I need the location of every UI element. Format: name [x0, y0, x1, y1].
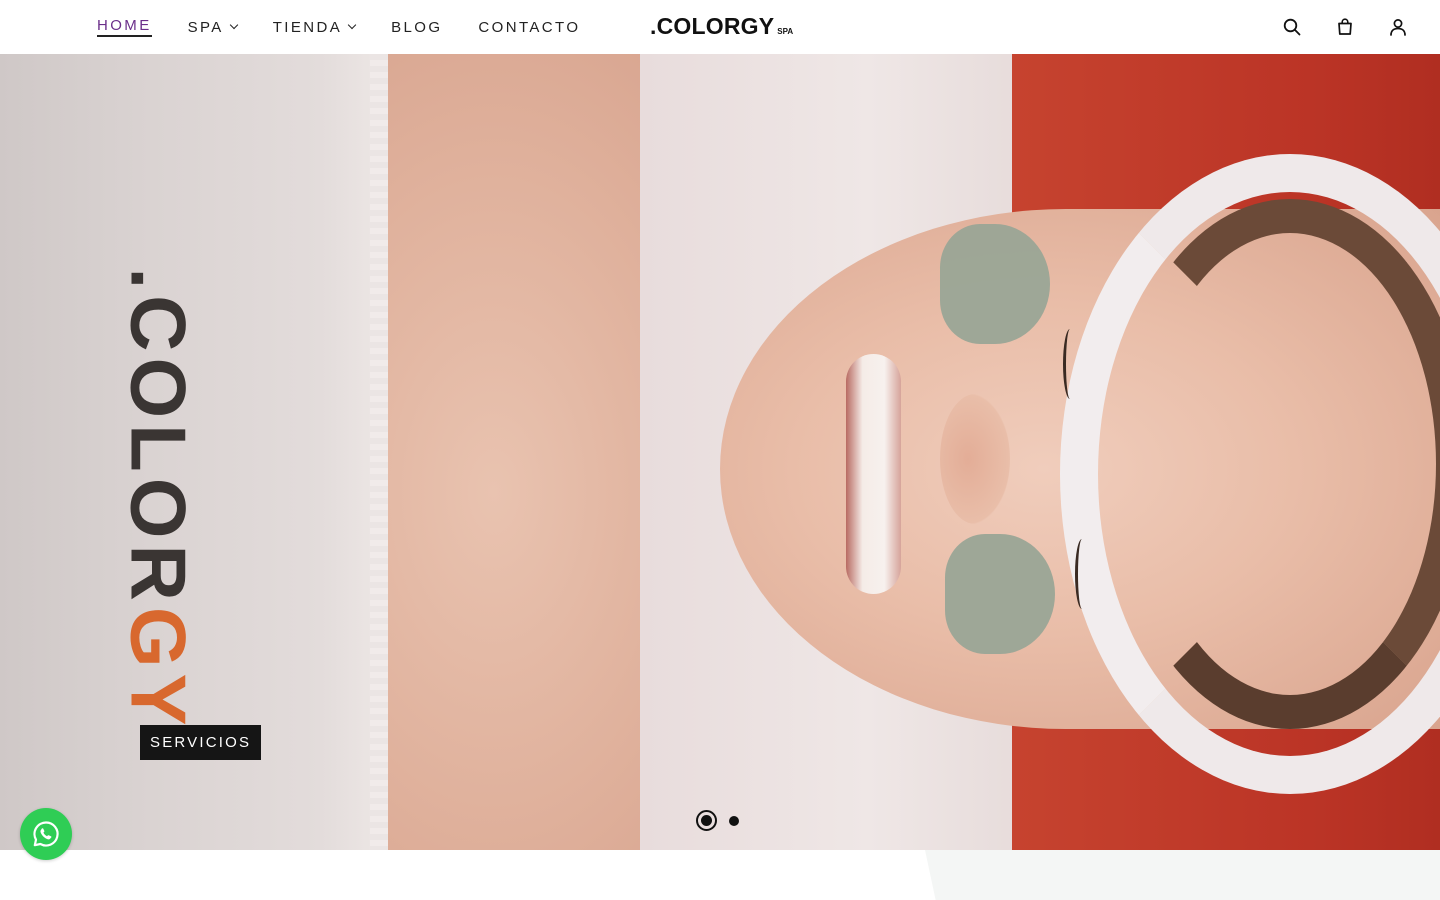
whatsapp-button[interactable]: [20, 808, 72, 860]
nav-label: SPA: [187, 18, 224, 36]
servicios-button-label: SERVICIOS: [150, 734, 252, 751]
shopping-bag-icon[interactable]: [1333, 15, 1357, 39]
nav-label: TIENDA: [272, 18, 343, 36]
servicios-button[interactable]: SERVICIOS: [140, 725, 262, 760]
slide-dot-1[interactable]: [696, 810, 717, 831]
nav-item-contacto[interactable]: CONTACTO: [478, 19, 580, 36]
towel-branding-main: .COLOR: [114, 267, 203, 607]
logo-subtitle: SPA: [777, 27, 794, 36]
chevron-down-icon: [229, 20, 238, 30]
header-icons: [1251, 15, 1410, 39]
chevron-down-icon: [347, 20, 357, 30]
decorative-shape: [925, 850, 1440, 900]
user-icon[interactable]: [1386, 15, 1410, 39]
site-logo[interactable]: .COLORGY SPA: [650, 13, 793, 41]
search-icon[interactable]: [1280, 15, 1304, 39]
nav-label: HOME: [97, 16, 152, 34]
main-nav: HOME SPA TIENDA BLOG CONTACTO: [97, 0, 616, 54]
slide-dot-2[interactable]: [729, 815, 739, 826]
hero-slider[interactable]: .COLORGY SERVICIOS: [0, 54, 1440, 850]
towel-branding-accent: GY: [114, 606, 203, 732]
logo-wordmark: .COLORGY: [650, 13, 775, 39]
towel-branding: .COLORGY: [113, 240, 204, 760]
nav-item-blog[interactable]: BLOG: [391, 19, 442, 36]
next-section: [0, 850, 1440, 900]
site-header: HOME SPA TIENDA BLOG CONTACTO .COLORGY S…: [0, 0, 1440, 54]
nav-label: BLOG: [391, 18, 443, 36]
slider-pagination: [696, 810, 739, 831]
nav-item-spa[interactable]: SPA: [187, 18, 238, 36]
nav-item-home[interactable]: HOME: [97, 16, 152, 37]
nav-label: CONTACTO: [478, 18, 581, 36]
nav-item-tienda[interactable]: TIENDA: [272, 18, 357, 36]
whatsapp-icon: [33, 821, 59, 847]
